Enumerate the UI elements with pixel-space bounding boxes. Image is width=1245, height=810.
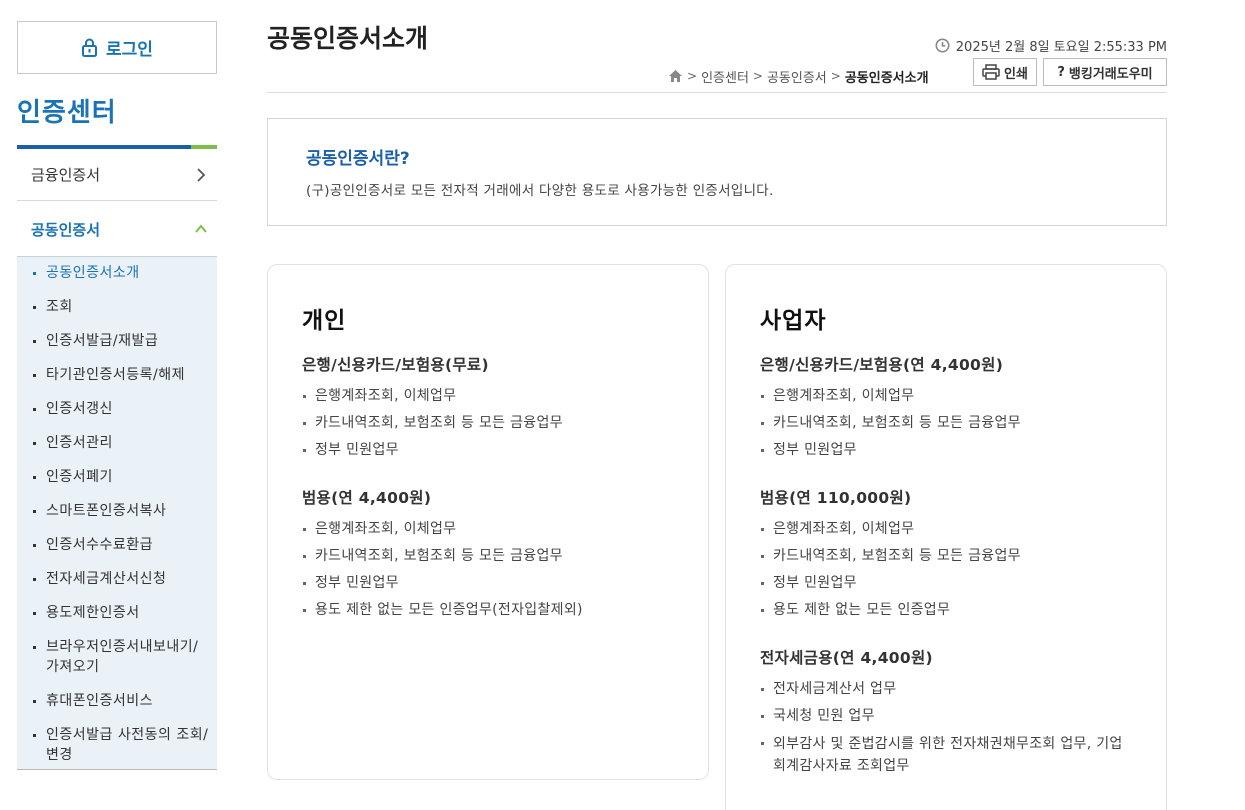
card-title: 개인: [302, 308, 347, 334]
banking-helper-label: 뱅킹거래도우미: [1068, 66, 1153, 82]
sidebar-item-label: 금융인증서: [31, 166, 101, 184]
list-item: 카드내역조회, 보험조회 등 모든 금융업무: [760, 543, 1132, 570]
submenu-item-browser-export[interactable]: 브라우저인증서내보내기/가져오기: [17, 637, 217, 677]
breadcrumb-current: 공동인증서소개: [844, 70, 929, 86]
submenu-item-lookup[interactable]: 조회: [17, 297, 217, 317]
question-icon: ?: [1057, 64, 1065, 80]
submenu-item-intro[interactable]: 공동인증서소개: [17, 263, 217, 283]
datetime-text: 2025년 2월 8일 토요일 2:55:33 PM: [955, 40, 1167, 55]
list-item: 정부 민원업무: [302, 437, 674, 464]
breadcrumb: > 인증센터 > 공동인증서 > 공동인증서소개: [668, 66, 929, 86]
list-item: 은행계좌조회, 이체업무: [302, 383, 674, 410]
breadcrumb-separator: >: [687, 69, 698, 83]
submenu-item-refund[interactable]: 인증서수수료환급: [17, 535, 217, 555]
section-heading: 전자세금용(연 4,400원): [760, 649, 933, 667]
print-button[interactable]: 인쇄: [973, 58, 1037, 86]
feature-list: 은행계좌조회, 이체업무 카드내역조회, 보험조회 등 모든 금융업무 정부 민…: [760, 516, 1132, 624]
feature-list: 전자세금계산서 업무 국세청 민원 업무 외부감사 및 준법감시를 위한 전자채…: [760, 676, 1132, 777]
list-item: 전자세금계산서 업무: [760, 676, 1132, 703]
lock-icon: [82, 38, 98, 57]
section-heading: 범용(연 4,400원): [302, 489, 432, 507]
page-title: 공동인증서소개: [267, 24, 429, 53]
section-heading: 은행/신용카드/보험용(연 4,400원): [760, 356, 1004, 374]
section-heading: 은행/신용카드/보험용(무료): [302, 356, 489, 374]
list-item: 카드내역조회, 보험조회 등 모든 금융업무: [302, 543, 674, 570]
list-item: 용도 제한 없는 모든 인증업무: [760, 597, 1132, 624]
list-item: 정부 민원업무: [760, 437, 1132, 464]
clock-icon: [935, 38, 950, 53]
feature-list: 은행계좌조회, 이체업무 카드내역조회, 보험조회 등 모든 금융업무 정부 민…: [760, 383, 1132, 464]
submenu-item-revoke[interactable]: 인증서폐기: [17, 467, 217, 487]
chevron-up-icon: [195, 224, 207, 233]
home-icon[interactable]: [668, 69, 683, 83]
list-item: 은행계좌조회, 이체업무: [760, 516, 1132, 543]
intro-description: (구)공인인증서로 모든 전자적 거래에서 다양한 용도로 사용가능한 인증서입…: [306, 183, 774, 199]
breadcrumb-item[interactable]: 공동인증서: [767, 67, 827, 86]
section-heading: 범용(연 110,000원): [760, 489, 912, 507]
print-label: 인쇄: [1004, 66, 1028, 82]
feature-list: 은행계좌조회, 이체업무 카드내역조회, 보험조회 등 모든 금융업무 정부 민…: [302, 516, 674, 624]
list-item: 은행계좌조회, 이체업무: [760, 383, 1132, 410]
card-business: 사업자 은행/신용카드/보험용(연 4,400원) 은행계좌조회, 이체업무 카…: [725, 264, 1167, 810]
intro-question: 공동인증서란?: [306, 149, 410, 169]
list-item: 용도 제한 없는 모든 인증업무(전자입찰제외): [302, 597, 674, 624]
current-datetime: 2025년 2월 8일 토요일 2:55:33 PM: [935, 36, 1167, 55]
submenu-item-smartphone-copy[interactable]: 스마트폰인증서복사: [17, 501, 217, 521]
intro-box: 공동인증서란? (구)공인인증서로 모든 전자적 거래에서 다양한 용도로 사용…: [267, 118, 1167, 226]
submenu-item-consent[interactable]: 인증서발급 사전동의 조회/변경: [17, 725, 217, 765]
sidebar-item-label: 공동인증서: [31, 220, 101, 239]
sidebar-item-joint-cert[interactable]: 공동인증서: [17, 201, 217, 257]
list-item: 카드내역조회, 보험조회 등 모든 금융업무: [760, 410, 1132, 437]
submenu-item-issue[interactable]: 인증서발급/재발급: [17, 331, 217, 351]
center-title: 인증센터: [17, 98, 117, 128]
list-item: 국세청 민원 업무: [760, 703, 1132, 730]
list-item: 외부감사 및 준법감시를 위한 전자채권채무조회 업무, 기업 회계감사자료 조…: [760, 730, 1132, 777]
feature-list: 은행계좌조회, 이체업무 카드내역조회, 보험조회 등 모든 금융업무 정부 민…: [302, 383, 674, 464]
breadcrumb-item[interactable]: 인증센터: [701, 67, 749, 86]
printer-icon: [982, 64, 1000, 80]
banking-helper-button[interactable]: ? 뱅킹거래도우미: [1043, 58, 1167, 86]
header-divider: [267, 92, 1167, 93]
list-item: 정부 민원업무: [302, 570, 674, 597]
submenu-item-manage[interactable]: 인증서관리: [17, 433, 217, 453]
list-item: 정부 민원업무: [760, 570, 1132, 597]
login-button[interactable]: 로그인: [17, 21, 217, 74]
list-item: 카드내역조회, 보험조회 등 모든 금융업무: [302, 410, 674, 437]
submenu-item-e-tax[interactable]: 전자세금계산서신청: [17, 569, 217, 589]
card-title: 사업자: [760, 308, 827, 334]
sidebar-submenu: 공동인증서소개 조회 인증서발급/재발급 타기관인증서등록/해제 인증서갱신 인…: [17, 256, 217, 770]
list-item: 은행계좌조회, 이체업무: [302, 516, 674, 543]
card-personal: 개인 은행/신용카드/보험용(무료) 은행계좌조회, 이체업무 카드내역조회, …: [267, 264, 709, 780]
sidebar-item-financial-cert[interactable]: 금융인증서: [17, 149, 217, 201]
submenu-item-renew[interactable]: 인증서갱신: [17, 399, 217, 419]
chevron-right-icon: [197, 167, 206, 182]
breadcrumb-separator: >: [830, 69, 841, 83]
breadcrumb-separator: >: [752, 69, 763, 83]
submenu-item-restricted[interactable]: 용도제한인증서: [17, 603, 217, 623]
submenu-item-mobile-service[interactable]: 휴대폰인증서비스: [17, 691, 217, 711]
submenu-item-register[interactable]: 타기관인증서등록/해제: [17, 365, 217, 385]
login-label: 로그인: [106, 40, 153, 60]
